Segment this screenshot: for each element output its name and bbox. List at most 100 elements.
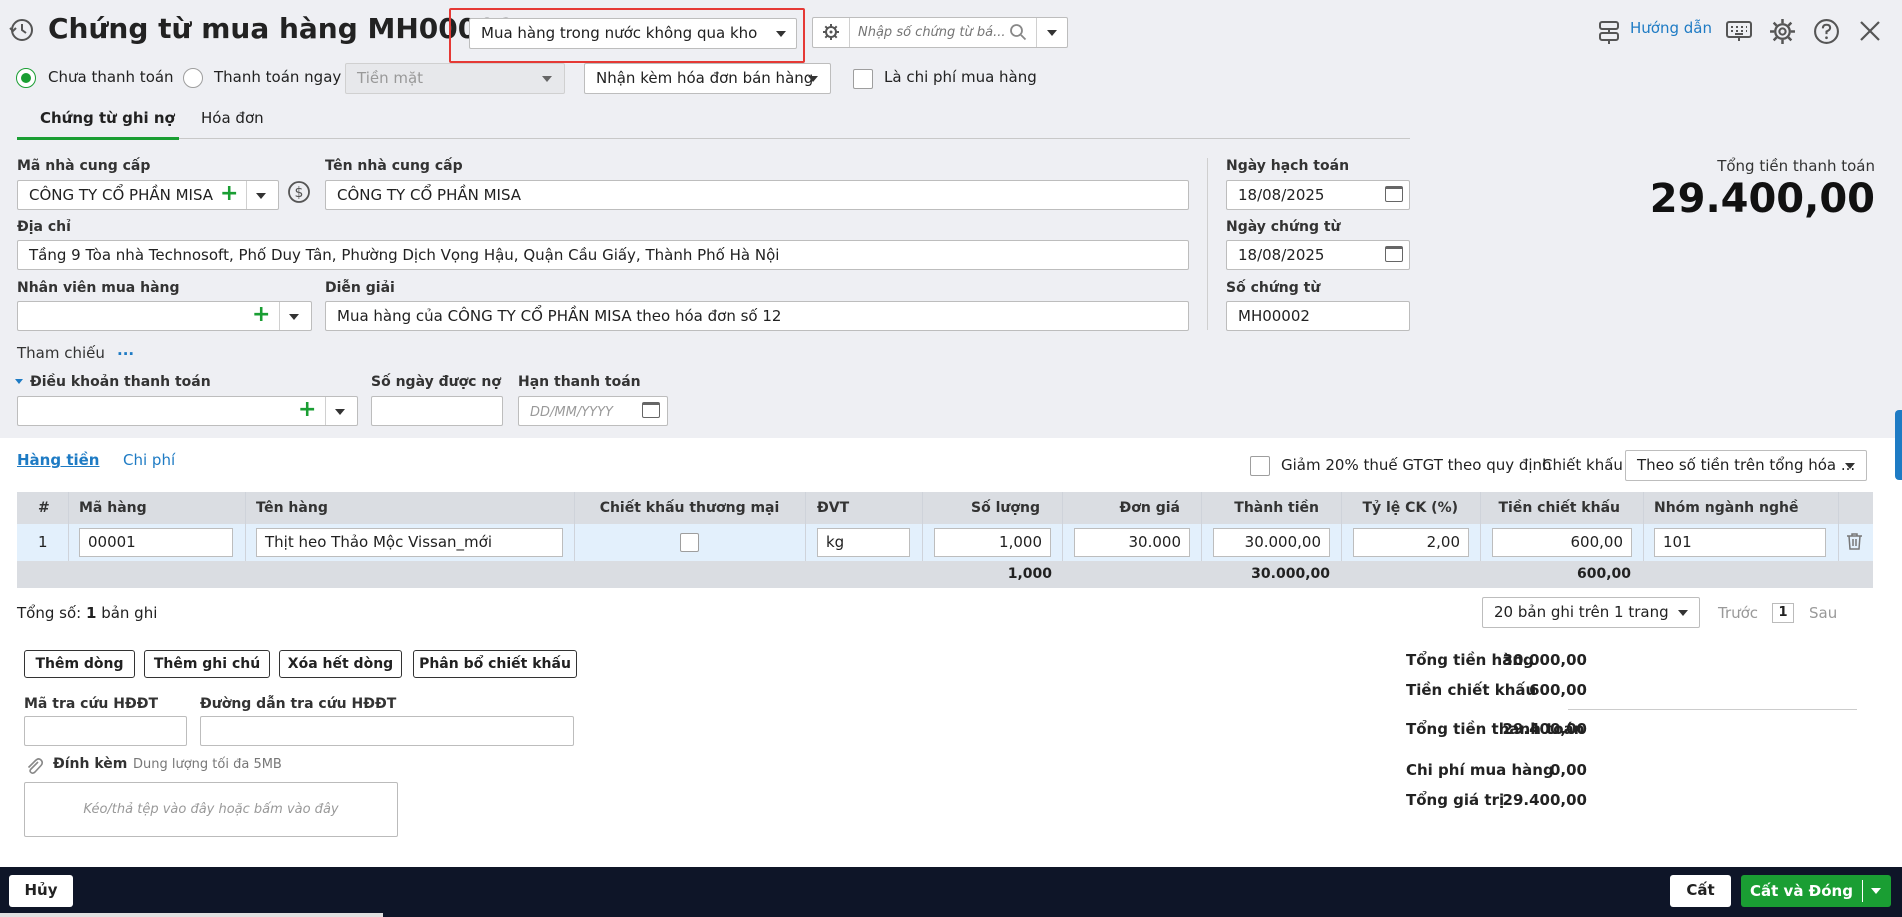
row-trade-discount-checkbox[interactable] bbox=[680, 533, 699, 552]
col-industry[interactable]: Nhóm ngành nghề bbox=[1654, 492, 1798, 524]
save-close-button[interactable]: Cất và Đóng bbox=[1741, 875, 1862, 907]
add-payment-terms-icon[interactable]: + bbox=[298, 399, 316, 421]
keyboard-icon[interactable] bbox=[1726, 20, 1752, 42]
total-payment-value: 29.400,00 bbox=[1649, 176, 1875, 222]
record-count-value: 1 bbox=[85, 604, 97, 622]
unpaid-radio[interactable] bbox=[16, 68, 36, 88]
trash-icon[interactable] bbox=[1846, 532, 1863, 551]
due-date-label: Hạn thanh toán bbox=[518, 374, 641, 390]
page-size-select[interactable]: 20 bản ghi trên 1 trang bbox=[1482, 597, 1700, 628]
credit-days-input[interactable] bbox=[371, 396, 503, 426]
posting-date-input[interactable]: 18/08/2025 bbox=[1226, 180, 1410, 210]
calendar-icon[interactable] bbox=[1385, 186, 1403, 202]
save-options-icon[interactable] bbox=[1871, 888, 1881, 894]
chevron-down-icon[interactable] bbox=[289, 314, 299, 320]
purchase-cost-checkbox[interactable] bbox=[853, 69, 873, 89]
row-qty-input[interactable]: 1,000 bbox=[934, 528, 1051, 557]
add-employee-icon[interactable]: + bbox=[252, 304, 270, 326]
col-unit[interactable]: ĐVT bbox=[817, 492, 849, 524]
footer-amount: 30.000,00 bbox=[1251, 566, 1330, 582]
gear-icon[interactable] bbox=[822, 23, 840, 41]
help-icon[interactable] bbox=[1813, 18, 1840, 45]
payment-method-select[interactable]: Tiền mặt bbox=[345, 63, 565, 94]
row-name-input[interactable]: Thịt heo Thảo Mộc Vissan_mới bbox=[256, 528, 563, 557]
row-no: 1 bbox=[38, 533, 48, 551]
prev-page-button[interactable]: Trước bbox=[1718, 604, 1758, 622]
purchase-type-select[interactable]: Mua hàng trong nước không qua kho bbox=[469, 18, 797, 49]
discount-option-value: Theo số tiền trên tổng hóa ... bbox=[1637, 456, 1856, 474]
col-rate[interactable]: Tỷ lệ CK (%) bbox=[1341, 492, 1458, 524]
add-note-button[interactable]: Thêm ghi chú bbox=[144, 650, 270, 678]
chevron-down-icon bbox=[776, 31, 786, 37]
cancel-button[interactable]: Hủy bbox=[9, 875, 73, 907]
pay-now-radio[interactable] bbox=[183, 68, 203, 88]
voucher-date-label: Ngày chứng từ bbox=[1226, 219, 1341, 235]
col-trade-discount[interactable]: Chiết khấu thương mại bbox=[574, 492, 805, 524]
close-icon[interactable] bbox=[1858, 19, 1882, 43]
row-unit-input[interactable]: kg bbox=[817, 528, 910, 557]
supplier-name-input[interactable]: CÔNG TY CỔ PHẦN MISA bbox=[325, 180, 1189, 210]
collapse-icon[interactable] bbox=[15, 379, 23, 384]
unpaid-label: Chưa thanh toán bbox=[48, 68, 174, 86]
active-tab-indicator bbox=[17, 137, 179, 140]
currency-icon[interactable]: $ bbox=[287, 180, 311, 204]
lookup-code-input[interactable] bbox=[24, 716, 187, 746]
row-industry-input[interactable]: 101 bbox=[1654, 528, 1826, 557]
footer-qty: 1,000 bbox=[1007, 566, 1052, 582]
tab-invoice[interactable]: Hóa đơn bbox=[201, 109, 264, 127]
col-code[interactable]: Mã hàng bbox=[79, 492, 147, 524]
guide-link[interactable]: Hướng dẫn bbox=[1630, 19, 1712, 37]
row-code-input[interactable]: 00001 bbox=[79, 528, 233, 557]
col-discount-amount[interactable]: Tiền chiết khấu bbox=[1480, 492, 1620, 524]
row-discount-amount-input[interactable]: 600,00 bbox=[1492, 528, 1632, 557]
history-icon[interactable] bbox=[8, 17, 34, 43]
record-count-prefix: Tổng số: bbox=[17, 604, 82, 622]
settings-icon[interactable] bbox=[1769, 18, 1796, 45]
current-page[interactable]: 1 bbox=[1772, 603, 1794, 623]
row-amount-input[interactable]: 30.000,00 bbox=[1213, 528, 1330, 557]
supplier-name-label: Tên nhà cung cấp bbox=[325, 158, 463, 174]
lookup-url-input[interactable] bbox=[200, 716, 574, 746]
add-supplier-icon[interactable]: + bbox=[220, 183, 238, 205]
col-price[interactable]: Đơn giá bbox=[1062, 492, 1180, 524]
next-page-button[interactable]: Sau bbox=[1809, 604, 1837, 622]
calendar-icon[interactable] bbox=[1385, 246, 1403, 262]
footer-bar bbox=[0, 867, 1902, 917]
tab-cost[interactable]: Chi phí bbox=[123, 451, 175, 469]
discount-total-value: 600,00 bbox=[1529, 681, 1587, 699]
side-panel-handle[interactable] bbox=[1895, 410, 1902, 480]
header-area bbox=[0, 0, 1902, 438]
supplier-code-input[interactable]: CÔNG TY CỔ PHẦN MISA bbox=[17, 180, 279, 210]
voucher-date-input[interactable]: 18/08/2025 bbox=[1226, 240, 1410, 270]
tab-debit-voucher[interactable]: Chứng từ ghi nợ bbox=[40, 109, 175, 127]
invoice-option-value: Nhận kèm hóa đơn bán hàng bbox=[596, 69, 814, 87]
row-price-input[interactable]: 30.000 bbox=[1074, 528, 1190, 557]
col-name[interactable]: Tên hàng bbox=[256, 492, 328, 524]
save-button[interactable]: Cất bbox=[1670, 875, 1731, 907]
description-input[interactable]: Mua hàng của CÔNG TY CỔ PHẦN MISA theo h… bbox=[325, 301, 1189, 331]
discount-option-select[interactable]: Theo số tiền trên tổng hóa ... bbox=[1625, 450, 1867, 481]
col-amount[interactable]: Thành tiền bbox=[1201, 492, 1319, 524]
address-input[interactable]: Tầng 9 Tòa nhà Technosoft, Phố Duy Tân, … bbox=[17, 240, 1189, 270]
page-size-value: 20 bản ghi trên 1 trang bbox=[1494, 603, 1669, 621]
reference-more-link[interactable]: ... bbox=[117, 341, 134, 359]
add-row-button[interactable]: Thêm dòng bbox=[24, 650, 135, 678]
delete-all-rows-button[interactable]: Xóa hết dòng bbox=[279, 650, 402, 678]
pay-now-label: Thanh toán ngay bbox=[214, 68, 342, 86]
calendar-icon[interactable] bbox=[642, 402, 660, 418]
row-rate-input[interactable]: 2,00 bbox=[1353, 528, 1469, 557]
chevron-down-icon[interactable] bbox=[256, 193, 266, 199]
chevron-down-icon[interactable] bbox=[335, 409, 345, 415]
vat-reduction-checkbox[interactable] bbox=[1250, 456, 1270, 476]
tab-goods[interactable]: Hàng tiền bbox=[17, 451, 99, 469]
search-dropdown-icon[interactable] bbox=[1047, 30, 1057, 36]
voucher-no-input[interactable]: MH00002 bbox=[1226, 301, 1410, 331]
purchase-type-value: Mua hàng trong nước không qua kho bbox=[481, 24, 758, 42]
invoice-option-select[interactable]: Nhận kèm hóa đơn bán hàng bbox=[584, 63, 831, 94]
allocate-discount-button[interactable]: Phân bổ chiết khấu bbox=[413, 650, 577, 678]
col-qty[interactable]: Số lượng bbox=[922, 492, 1040, 524]
voucher-search-input[interactable] bbox=[858, 20, 1008, 45]
search-icon[interactable] bbox=[1009, 23, 1027, 41]
guide-icon[interactable] bbox=[1596, 19, 1622, 45]
attachment-dropzone[interactable]: Kéo/thả tệp vào đây hoặc bấm vào đây bbox=[24, 782, 398, 837]
